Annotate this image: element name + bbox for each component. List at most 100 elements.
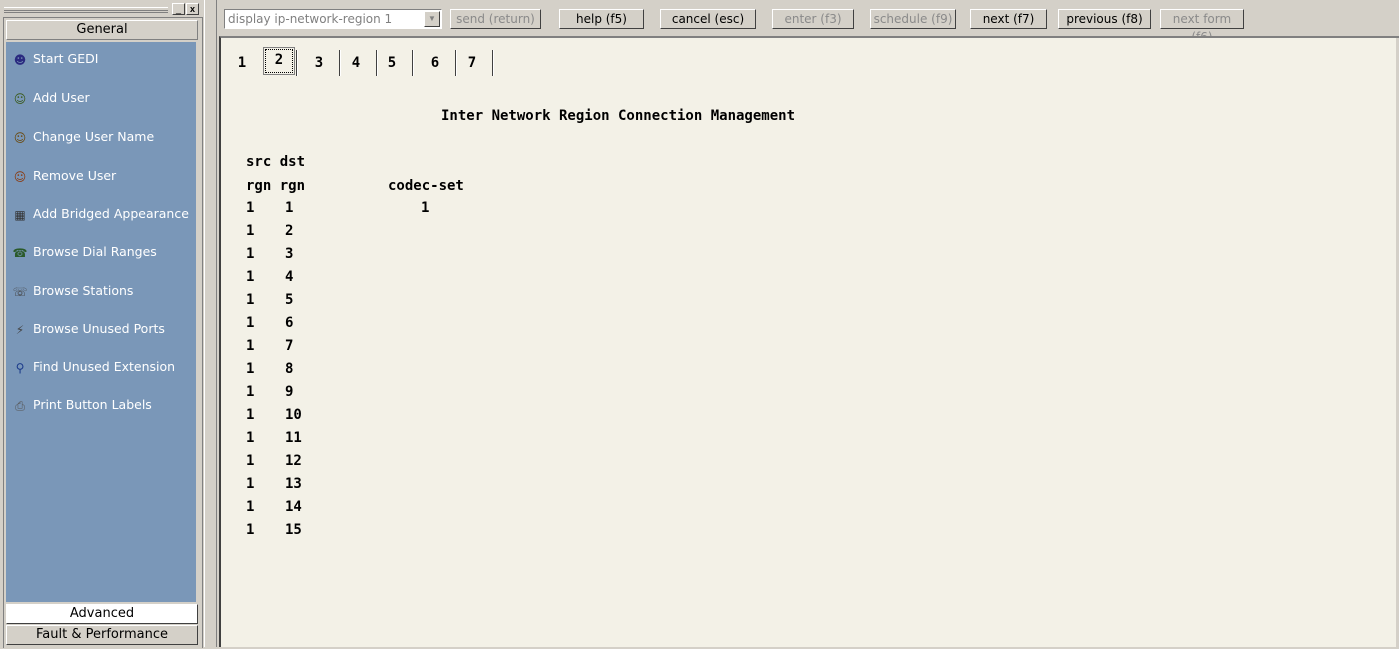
dial-ranges-icon: ☎ [12,245,28,260]
gedi-icon: ☻ [13,52,27,67]
cell-dst: 13 [285,476,302,492]
pane-grip-line [4,10,168,11]
toolbar-button[interactable]: next (f7) [970,9,1047,29]
task-item-label: Add Bridged Appearance [33,206,189,221]
toolbar-button[interactable]: enter (f3) [772,9,854,29]
page-tab[interactable]: 5 [384,53,400,75]
form-area: 1234567 Inter Network Region Connection … [219,36,1399,649]
page-tab[interactable]: 6 [427,53,443,75]
task-item[interactable]: ☺ Remove User [6,166,196,186]
cell-src: 1 [246,269,255,285]
navigation-pane: _ x General ☻ Start GEDI ☺ Add User ☺ Change … [0,0,205,648]
cell-dst: 5 [285,292,294,308]
form-title: Inter Network Region Connection Manageme… [441,108,796,124]
task-item[interactable]: ⚲ Find Unused Extension [6,357,196,377]
cell-src: 1 [246,361,255,377]
cell-dst: 11 [285,430,302,446]
task-item-label: Change User Name [33,129,155,144]
header-rgn-rgn: rgn rgn [246,178,306,194]
cell-src: 1 [246,522,255,538]
task-item[interactable]: ☻ Start GEDI [6,49,196,69]
toolbar-button[interactable]: previous (f8) [1058,9,1151,29]
toolbar-button[interactable]: next form (f6) [1160,9,1244,44]
cell-src: 1 [246,499,255,515]
tab-separator [492,50,494,76]
pane-close-button[interactable]: x [186,3,199,15]
pane-title-bar[interactable]: _ x [2,2,200,16]
pane-minimize-button[interactable]: _ [172,3,185,15]
task-item[interactable]: ☺ Change User Name [6,127,196,147]
page-tab[interactable]: 4 [348,53,364,75]
tab-separator [412,50,414,76]
task-item-label: Add User [33,90,90,105]
cell-dst: 14 [285,499,302,515]
task-item[interactable]: ☺ Add User [6,88,196,108]
cell-src: 1 [246,430,255,446]
cell-src: 1 [246,200,255,216]
toolbar-button[interactable]: schedule (f9) [870,9,956,29]
cell-dst: 1 [285,200,294,216]
task-item-label: Browse Stations [33,283,134,298]
task-list: ☻ Start GEDI ☺ Add User ☺ Change User Name ☺ Re… [6,42,196,602]
cell-src: 1 [246,407,255,423]
cell-dst: 15 [285,522,302,538]
tab-separator [339,50,341,76]
cell-dst: 3 [285,246,294,262]
pane-frame: General ☻ Start GEDI ☺ Add User ☺ Change User… [3,17,203,648]
cell-dst: 2 [285,223,294,239]
header-codec-set: codec-set [388,178,464,194]
cell-src: 1 [246,338,255,354]
cell-dst: 9 [285,384,294,400]
pane-splitter[interactable] [204,0,217,647]
tab-separator [296,50,298,76]
task-item-label: Browse Dial Ranges [33,244,157,259]
header-src-dst: src dst [246,154,306,170]
cell-dst: 12 [285,453,302,469]
task-item[interactable]: ☎ Browse Dial Ranges [6,242,196,262]
chevron-down-icon[interactable]: ▼ [424,11,440,27]
task-item-label: Print Button Labels [33,397,152,412]
group-header-fault-performance[interactable]: Fault & Performance [6,625,198,645]
cell-codec[interactable]: 1 [421,200,429,216]
page-tab[interactable]: 3 [311,53,327,75]
cell-dst: 8 [285,361,294,377]
group-header-advanced[interactable]: Advanced [6,604,198,624]
task-item[interactable]: ☏ Browse Stations [6,281,196,301]
task-item-label: Find Unused Extension [33,359,176,374]
cell-src: 1 [246,384,255,400]
toolbar-button[interactable]: send (return) [450,9,541,29]
page-tab[interactable]: 7 [464,53,480,75]
cell-src: 1 [246,246,255,262]
print-icon: ⎙ [15,398,25,413]
task-item[interactable]: ▦ Add Bridged Appearance [6,204,196,224]
change-user-icon: ☺ [13,130,27,145]
stations-icon: ☏ [12,284,28,299]
cell-src: 1 [246,292,255,308]
task-item-label: Remove User [33,168,117,183]
page-tab[interactable]: 1 [234,53,250,75]
page-tab[interactable]: 2 [263,47,295,75]
command-combobox[interactable]: display ip-network-region 1 ▼ [224,9,442,29]
find-extension-icon: ⚲ [15,360,25,375]
cell-dst: 10 [285,407,302,423]
task-item-label: Start GEDI [33,51,99,66]
tab-separator [376,50,378,76]
task-item[interactable]: ⎙ Print Button Labels [6,395,196,415]
group-header-general[interactable]: General [6,20,198,40]
bridged-appearance-icon: ▦ [14,207,26,222]
cell-src: 1 [246,453,255,469]
cell-dst: 7 [285,338,294,354]
toolbar-button[interactable]: help (f5) [559,9,644,29]
cell-dst: 6 [285,315,294,331]
cell-src: 1 [246,315,255,331]
task-item[interactable]: ⚡ Browse Unused Ports [6,319,196,339]
ports-icon: ⚡ [15,322,25,337]
toolbar: display ip-network-region 1 ▼ send (retu… [219,0,1399,44]
tab-separator [455,50,457,76]
cell-dst: 4 [285,269,294,285]
remove-user-icon: ☺ [13,169,27,184]
cell-src: 1 [246,223,255,239]
toolbar-button[interactable]: cancel (esc) [660,9,756,29]
cell-src: 1 [246,476,255,492]
task-item-label: Browse Unused Ports [33,321,165,336]
